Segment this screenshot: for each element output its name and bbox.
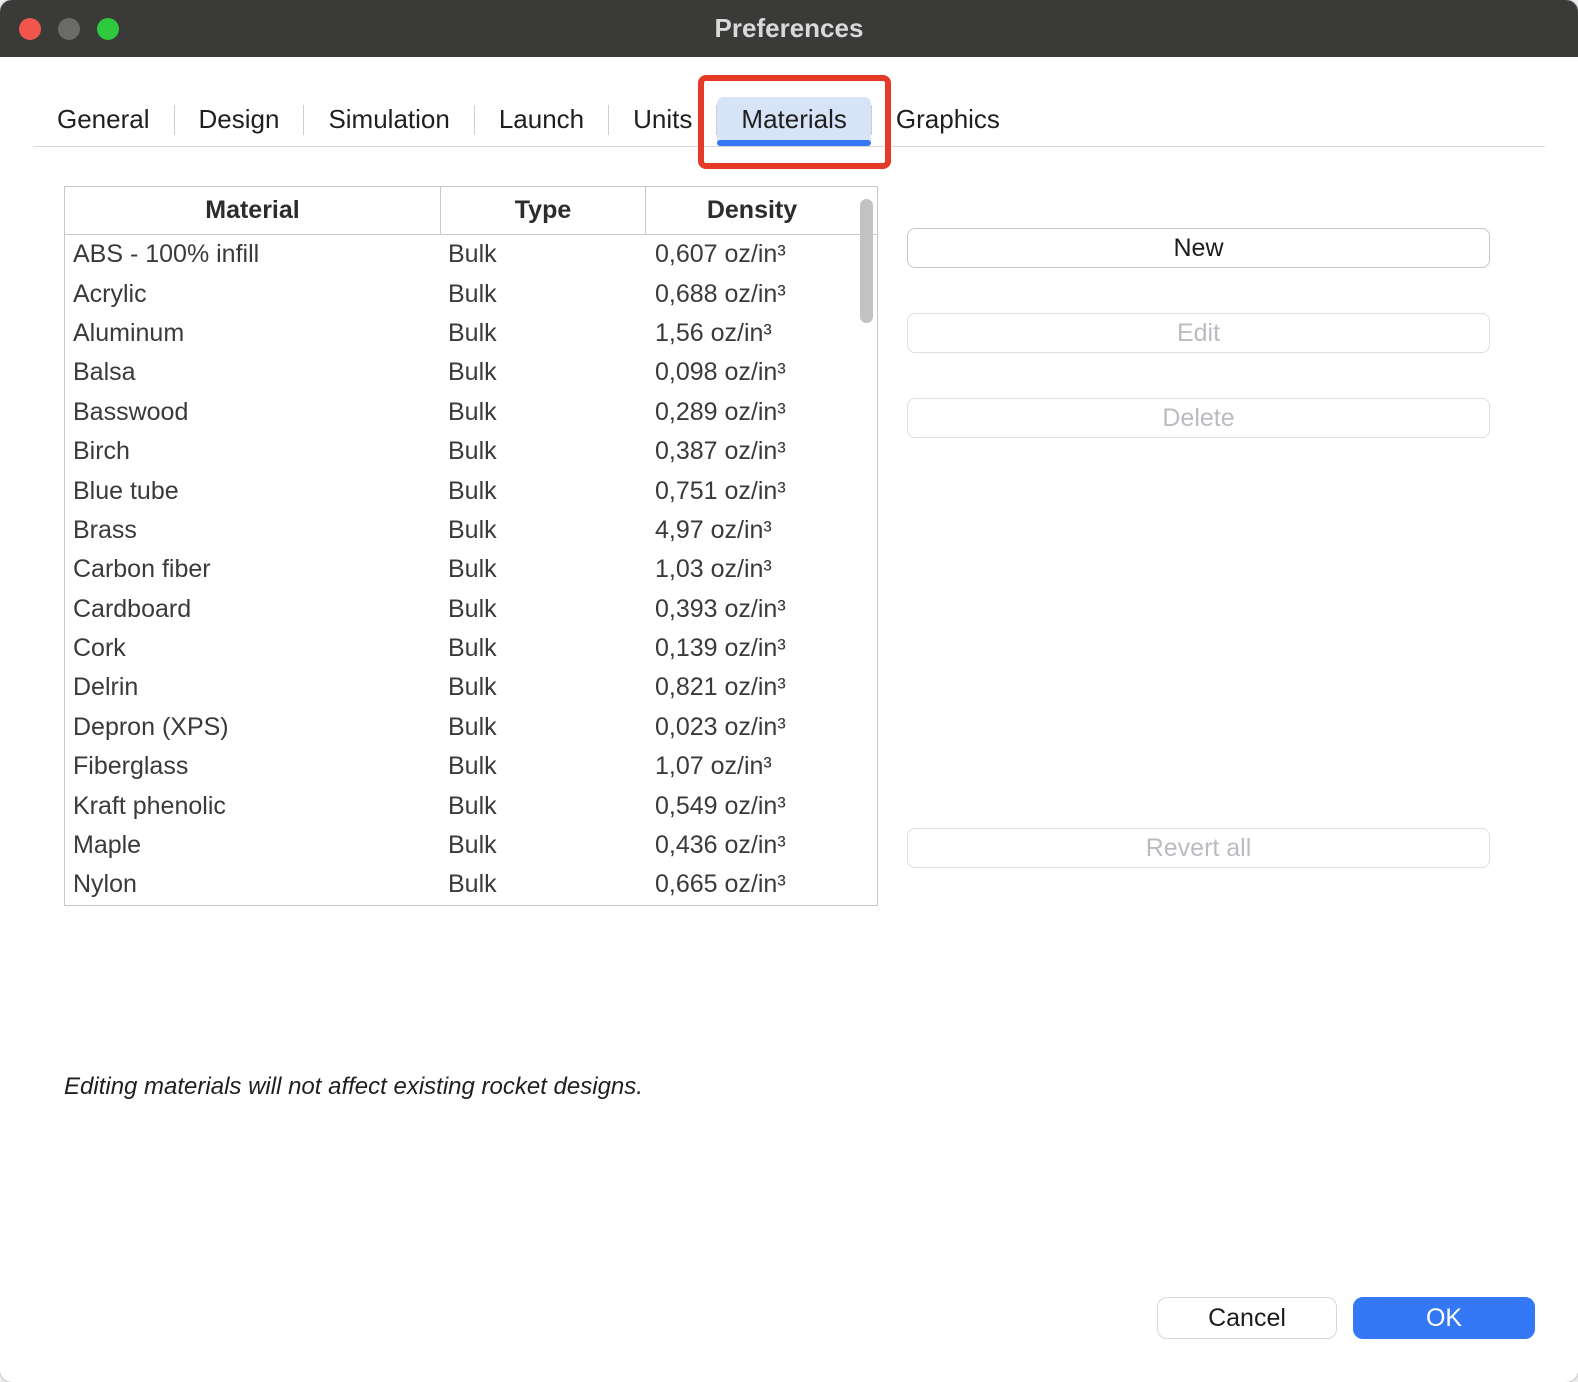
table-cell: 1,07 oz/in³ — [646, 747, 858, 786]
table-cell: Bulk — [441, 353, 646, 392]
table-row[interactable]: NylonBulk0,665 oz/in³ — [65, 865, 877, 904]
table-row[interactable]: AluminumBulk1,56 oz/in³ — [65, 314, 877, 353]
column-header-type[interactable]: Type — [441, 187, 646, 234]
table-row[interactable]: DelrinBulk0,821 oz/in³ — [65, 668, 877, 707]
tab-launch[interactable]: Launch — [475, 97, 608, 142]
table-row[interactable]: AcrylicBulk0,688 oz/in³ — [65, 274, 877, 313]
table-cell: Bulk — [441, 550, 646, 589]
table-cell: Bulk — [441, 590, 646, 629]
table-row[interactable]: CardboardBulk0,393 oz/in³ — [65, 590, 877, 629]
table-row[interactable]: Blue tubeBulk0,751 oz/in³ — [65, 471, 877, 510]
table-row[interactable]: Kraft phenolicBulk0,549 oz/in³ — [65, 786, 877, 825]
table-row[interactable]: BalsaBulk0,098 oz/in³ — [65, 353, 877, 392]
table-cell: ABS - 100% infill — [65, 235, 441, 274]
table-cell: 0,751 oz/in³ — [646, 471, 858, 510]
materials-note: Editing materials will not affect existi… — [64, 1073, 643, 1101]
cancel-button[interactable]: Cancel — [1157, 1297, 1337, 1339]
red-annotation-box — [698, 75, 890, 169]
table-header: MaterialTypeDensity — [65, 187, 877, 235]
tab-design[interactable]: Design — [175, 97, 304, 142]
preferences-window: Preferences GeneralDesignSimulationLaunc… — [0, 0, 1578, 1382]
table-row[interactable]: Depron (XPS)Bulk0,023 oz/in³ — [65, 708, 877, 747]
table-cell: 0,821 oz/in³ — [646, 668, 858, 707]
tab-simulation[interactable]: Simulation — [304, 97, 473, 142]
table-cell: Carbon fiber — [65, 550, 441, 589]
table-cell: 0,688 oz/in³ — [646, 274, 858, 313]
table-cell: Bulk — [441, 865, 646, 904]
table-cell: 0,387 oz/in³ — [646, 432, 858, 471]
table-cell: 1,03 oz/in³ — [646, 550, 858, 589]
scrollbar[interactable] — [857, 189, 876, 905]
scrollbar-thumb[interactable] — [860, 199, 873, 323]
ok-button[interactable]: OK — [1353, 1297, 1535, 1339]
edit-button[interactable]: Edit — [907, 313, 1490, 353]
table-cell: Bulk — [441, 314, 646, 353]
table-cell: Bulk — [441, 235, 646, 274]
table-cell: Bulk — [441, 826, 646, 865]
table-cell: Bulk — [441, 629, 646, 668]
table-cell: Aluminum — [65, 314, 441, 353]
table-cell: Blue tube — [65, 471, 441, 510]
table-row[interactable]: CorkBulk0,139 oz/in³ — [65, 629, 877, 668]
column-header-material[interactable]: Material — [65, 187, 441, 234]
table-cell: Cork — [65, 629, 441, 668]
table-cell: Bulk — [441, 786, 646, 825]
tab-units[interactable]: Units — [609, 97, 716, 142]
table-cell: 0,393 oz/in³ — [646, 590, 858, 629]
table-cell: Bulk — [441, 274, 646, 313]
tab-separator-line — [33, 146, 1545, 147]
table-cell: Bulk — [441, 747, 646, 786]
table-cell: Bulk — [441, 393, 646, 432]
table-cell: 0,665 oz/in³ — [646, 865, 858, 904]
table-row[interactable]: ABS - 100% infillBulk0,607 oz/in³ — [65, 235, 877, 274]
tab-materials[interactable]: Materials — [717, 97, 870, 142]
table-cell: 0,607 oz/in³ — [646, 235, 858, 274]
table-cell: Cardboard — [65, 590, 441, 629]
window-title: Preferences — [0, 0, 1578, 57]
table-row[interactable]: BasswoodBulk0,289 oz/in³ — [65, 393, 877, 432]
tab-graphics[interactable]: Graphics — [872, 97, 1024, 142]
table-cell: 0,139 oz/in³ — [646, 629, 858, 668]
table-cell: Bulk — [441, 471, 646, 510]
table-cell: 0,289 oz/in³ — [646, 393, 858, 432]
table-cell: Delrin — [65, 668, 441, 707]
table-cell: Bulk — [441, 668, 646, 707]
new-button[interactable]: New — [907, 228, 1490, 268]
table-cell: Fiberglass — [65, 747, 441, 786]
table-row[interactable]: BrassBulk4,97 oz/in³ — [65, 511, 877, 550]
table-cell: Maple — [65, 826, 441, 865]
table-body: ABS - 100% infillBulk0,607 oz/in³Acrylic… — [65, 235, 877, 905]
table-cell: Nylon — [65, 865, 441, 904]
table-row[interactable]: FiberglassBulk1,07 oz/in³ — [65, 747, 877, 786]
table-cell: 0,098 oz/in³ — [646, 353, 858, 392]
tab-bar: GeneralDesignSimulationLaunchUnitsMateri… — [33, 95, 1545, 144]
table-cell: 1,56 oz/in³ — [646, 314, 858, 353]
revert-all-button[interactable]: Revert all — [907, 828, 1490, 868]
column-header-density[interactable]: Density — [646, 187, 858, 234]
table-row[interactable]: MapleBulk0,436 oz/in³ — [65, 826, 877, 865]
delete-button[interactable]: Delete — [907, 398, 1490, 438]
table-cell: Kraft phenolic — [65, 786, 441, 825]
table-cell: Basswood — [65, 393, 441, 432]
table-cell: Bulk — [441, 708, 646, 747]
table-cell: 0,023 oz/in³ — [646, 708, 858, 747]
table-cell: Balsa — [65, 353, 441, 392]
materials-table: MaterialTypeDensity ABS - 100% infillBul… — [64, 186, 878, 906]
table-row[interactable]: BirchBulk0,387 oz/in³ — [65, 432, 877, 471]
table-cell: Depron (XPS) — [65, 708, 441, 747]
table-row[interactable]: Carbon fiberBulk1,03 oz/in³ — [65, 550, 877, 589]
title-bar: Preferences — [0, 0, 1578, 57]
tab-general[interactable]: General — [33, 97, 174, 142]
table-cell: 0,549 oz/in³ — [646, 786, 858, 825]
table-cell: Acrylic — [65, 274, 441, 313]
table-cell: Bulk — [441, 432, 646, 471]
table-cell: Bulk — [441, 511, 646, 550]
table-cell: 0,436 oz/in³ — [646, 826, 858, 865]
table-cell: 4,97 oz/in³ — [646, 511, 858, 550]
table-cell: Brass — [65, 511, 441, 550]
table-cell: Birch — [65, 432, 441, 471]
